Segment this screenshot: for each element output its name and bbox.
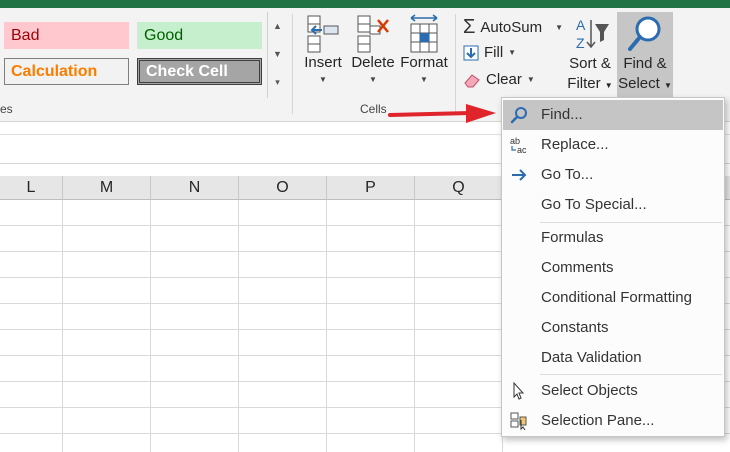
insert-label: Insert <box>304 54 342 71</box>
annotation-arrow <box>388 104 496 123</box>
sort-filter-button[interactable]: A Z Sort & Filter ▼ <box>565 14 615 96</box>
menu-item-label: Replace... <box>541 136 609 153</box>
clear-button[interactable]: Clear ▼ <box>463 71 535 88</box>
gallery-more-icon[interactable]: ▾ <box>268 68 287 96</box>
fill-down-icon <box>463 45 479 60</box>
find-select-label-line1: Find & <box>623 55 667 72</box>
insert-cells-icon <box>307 15 339 53</box>
menu-item-label: Selection Pane... <box>541 412 655 429</box>
format-button[interactable]: Format ▼ <box>399 14 449 84</box>
sigma-icon: Σ <box>463 16 476 38</box>
delete-button[interactable]: Delete ▼ <box>350 14 396 84</box>
menu-item-goto-special[interactable]: Go To Special... <box>503 190 723 220</box>
gallery-up-icon[interactable]: ▲ <box>268 12 287 40</box>
column-header-n[interactable]: N <box>151 176 239 200</box>
delete-cells-icon <box>357 15 389 53</box>
menu-item-goto[interactable]: Go To... <box>503 160 723 190</box>
group-separator <box>292 14 293 114</box>
column-header-o[interactable]: O <box>239 176 327 200</box>
menu-item-selection-pane[interactable]: Selection Pane... <box>503 406 723 436</box>
menu-item-replace[interactable]: ab ac Replace... <box>503 130 723 160</box>
menu-item-find[interactable]: Find... <box>503 100 723 130</box>
pointer-icon <box>513 381 525 400</box>
delete-dropdown-icon: ▼ <box>369 75 377 84</box>
format-dropdown-icon: ▼ <box>420 75 428 84</box>
menu-item-comments[interactable]: Comments <box>503 253 723 283</box>
cell-style-good[interactable]: Good <box>137 22 262 49</box>
magnifier-icon <box>510 107 527 124</box>
menu-item-select-objects[interactable]: Select Objects <box>503 376 723 406</box>
sort-filter-icon: A Z <box>576 17 609 51</box>
autosum-dropdown-icon: ▼ <box>555 23 563 32</box>
menu-separator <box>540 374 722 375</box>
menu-item-label: Select Objects <box>541 382 638 399</box>
autosum-button[interactable]: Σ AutoSum ▼ <box>463 16 563 39</box>
menu-item-label: Formulas <box>541 229 604 246</box>
find-select-label-line2: Select ▼ <box>618 75 672 92</box>
eraser-icon <box>464 73 480 87</box>
fill-dropdown-icon: ▼ <box>508 48 517 57</box>
menu-item-label: Comments <box>541 259 614 276</box>
cell-style-bad[interactable]: Bad <box>4 22 129 49</box>
arrow-right-icon <box>512 169 527 181</box>
styles-gallery-scroll[interactable]: ▲ ▼ ▾ <box>267 12 287 98</box>
gallery-down-icon[interactable]: ▼ <box>268 40 287 68</box>
cell-style-calculation[interactable]: Calculation <box>4 58 129 85</box>
menu-item-label: Data Validation <box>541 349 642 366</box>
column-header-m[interactable]: M <box>63 176 151 200</box>
delete-label: Delete <box>351 54 395 71</box>
styles-group-label: es <box>0 102 13 116</box>
fill-label: Fill <box>484 44 504 61</box>
autosum-label: AutoSum <box>480 19 543 36</box>
svg-text:A: A <box>576 17 586 33</box>
menu-item-label: Go To... <box>541 166 594 183</box>
menu-item-data-validation[interactable]: Data Validation <box>503 343 723 373</box>
format-cells-icon <box>410 14 438 53</box>
menu-item-formulas[interactable]: Formulas <box>503 223 723 253</box>
sort-filter-label-line2: Filter ▼ <box>567 75 613 92</box>
column-header-q[interactable]: Q <box>415 176 503 200</box>
find-select-button[interactable]: Find & Select ▼ <box>617 12 673 107</box>
sort-filter-label-line1: Sort & <box>569 55 611 72</box>
cell-style-check-cell[interactable]: Check Cell <box>137 58 262 85</box>
cells-group-label: Cells <box>360 102 387 116</box>
clear-dropdown-icon: ▼ <box>526 75 535 84</box>
title-bar-strip <box>0 0 730 8</box>
menu-item-constants[interactable]: Constants <box>503 313 723 343</box>
svg-text:Z: Z <box>576 35 585 51</box>
column-header-l[interactable]: L <box>0 176 63 200</box>
column-header-p[interactable]: P <box>327 176 415 200</box>
insert-dropdown-icon: ▼ <box>319 75 327 84</box>
svg-text:ac: ac <box>517 145 527 155</box>
menu-item-label: Constants <box>541 319 609 336</box>
find-select-menu: Find... ab ac Replace... Go To... Go To … <box>501 97 725 437</box>
fill-button[interactable]: Fill ▼ <box>463 44 516 61</box>
selection-pane-icon <box>510 412 527 431</box>
insert-button[interactable]: Insert ▼ <box>302 14 344 84</box>
replace-icon: ab ac <box>510 136 527 155</box>
find-magnifier-icon <box>628 16 661 51</box>
menu-item-conditional-formatting[interactable]: Conditional Formatting <box>503 283 723 313</box>
menu-item-label: Conditional Formatting <box>541 289 692 306</box>
menu-item-label: Go To Special... <box>541 196 647 213</box>
clear-label: Clear <box>486 71 522 88</box>
format-label: Format <box>400 54 448 71</box>
group-separator <box>455 14 456 114</box>
menu-item-label: Find... <box>541 106 583 123</box>
